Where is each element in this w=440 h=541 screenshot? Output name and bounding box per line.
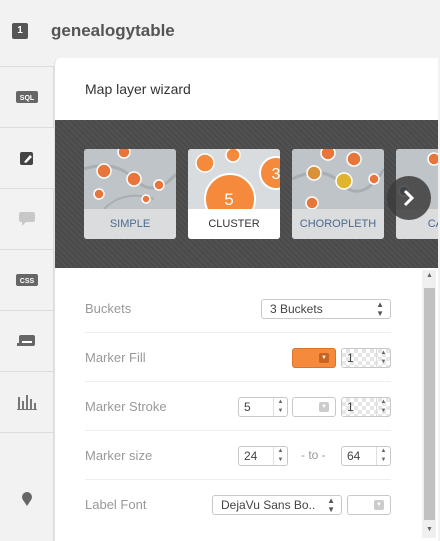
wizard-card-simple[interactable]: SIMPLE (84, 149, 176, 239)
marker-stroke-width[interactable]: 5 ▲ ▼ (238, 397, 288, 417)
tool-sidebar: SQL CSS (0, 66, 54, 541)
label-font-select[interactable]: DejaVu Sans Bo.. ▲ ▼ (212, 495, 342, 515)
svg-text:CSS: CSS (20, 278, 35, 285)
cluster-value-small: 3 (272, 166, 280, 183)
stepper-icon: ▲ ▼ (376, 447, 390, 465)
cluster-value-big: 5 (224, 190, 233, 209)
tool-infowindow[interactable] (0, 188, 54, 249)
wizard-panel: Map layer wizard SIMPLE 5 3 CLUSTER CHOR… (54, 58, 438, 541)
paintbrush-icon (20, 152, 33, 165)
wizard-label-simple: SIMPLE (84, 209, 176, 239)
select-arrows-icon: ▲ ▼ (376, 300, 384, 318)
wizard-card-choropleth[interactable]: CHOROPLETH (292, 149, 384, 239)
marker-fill-opacity-value: 1 (347, 351, 354, 365)
panel-title: Map layer wizard (85, 81, 191, 97)
simple-preview (84, 149, 176, 209)
marker-size-to-label: - to - (301, 448, 326, 462)
choropleth-preview (292, 149, 384, 209)
cluster-preview: 5 3 (188, 149, 280, 209)
buckets-value: 3 Buckets (270, 302, 323, 316)
marker-stroke-color-picker[interactable]: ▼ (292, 397, 336, 417)
stepper-icon: ▲ ▼ (273, 447, 287, 465)
marker-size-max[interactable]: 64 ▲ ▼ (341, 446, 391, 466)
bar-chart-icon (17, 395, 37, 410)
wizard-carousel: SIMPLE 5 3 CLUSTER CHOROPLETH C (55, 120, 438, 330)
marker-stroke-opacity[interactable]: 1 ▲ ▼ (341, 397, 391, 417)
label-font-label: Label Font (85, 497, 147, 512)
scroll-down-icon[interactable]: ▼ (424, 526, 435, 536)
select-arrows-icon: ▲ ▼ (327, 496, 335, 514)
row-marker-stroke: Marker Stroke 5 ▲ ▼ ▼ 1 ▲ ▼ (85, 382, 391, 431)
marker-size-max-value: 64 (347, 449, 361, 463)
speech-bubble-icon (19, 212, 35, 226)
marker-size-min-value: 24 (244, 449, 258, 463)
tool-css[interactable]: CSS (0, 249, 54, 310)
marker-stroke-width-value: 5 (244, 400, 251, 414)
marker-fill-opacity[interactable]: 1 ▲ ▼ (341, 348, 391, 368)
tool-mapping[interactable] (0, 432, 54, 541)
tool-sql[interactable]: SQL (0, 66, 54, 127)
scroll-up-icon[interactable]: ▲ (424, 272, 435, 282)
stepper-icon: ▲ ▼ (273, 398, 287, 416)
sql-icon: SQL (16, 91, 38, 103)
label-font-color-picker[interactable]: ▼ (347, 495, 391, 515)
row-buckets: Buckets 3 Buckets ▲ ▼ (85, 284, 391, 333)
row-label-font: Label Font DejaVu Sans Bo.. ▲ ▼ ▼ (85, 480, 391, 529)
layer-header: 1 genealogytable (0, 0, 440, 60)
carousel-next-button[interactable] (387, 176, 431, 220)
marker-size-label: Marker size (85, 448, 153, 463)
layer-number-badge: 1 (12, 23, 28, 39)
tool-wizard[interactable] (0, 127, 54, 188)
dropdown-caret-icon: ▼ (319, 353, 329, 363)
legend-icon (17, 335, 35, 346)
marker-size-min[interactable]: 24 ▲ ▼ (238, 446, 288, 466)
buckets-label: Buckets (85, 301, 132, 316)
scrollbar-thumb[interactable] (424, 288, 435, 520)
dropdown-caret-icon: ▼ (319, 402, 329, 412)
wizard-label-choropleth: CHOROPLETH (292, 209, 384, 239)
stepper-icon: ▲ ▼ (376, 349, 390, 367)
buckets-select[interactable]: 3 Buckets ▲ ▼ (261, 299, 391, 319)
wizard-label-cluster: CLUSTER (188, 209, 280, 239)
row-marker-fill: Marker Fill ▼ 1 ▲ ▼ (85, 333, 391, 382)
tool-filters[interactable] (0, 371, 54, 432)
wizard-card-cluster[interactable]: 5 3 CLUSTER (188, 149, 280, 239)
chevron-right-icon (403, 189, 415, 207)
map-pin-icon (22, 492, 32, 506)
label-font-value: DejaVu Sans Bo.. (221, 498, 316, 512)
tool-legends[interactable] (0, 310, 54, 371)
stepper-icon: ▲ ▼ (376, 398, 390, 416)
marker-fill-color-picker[interactable]: ▼ (292, 348, 336, 368)
css-icon: CSS (16, 274, 38, 286)
marker-stroke-label: Marker Stroke (85, 399, 167, 414)
layer-title[interactable]: genealogytable (51, 21, 175, 41)
svg-text:SQL: SQL (20, 95, 35, 102)
dropdown-caret-icon: ▼ (374, 500, 384, 510)
row-marker-size: Marker size 24 ▲ ▼ - to - 64 ▲ ▼ (85, 431, 391, 480)
marker-fill-label: Marker Fill (85, 350, 146, 365)
marker-stroke-opacity-value: 1 (347, 400, 354, 414)
